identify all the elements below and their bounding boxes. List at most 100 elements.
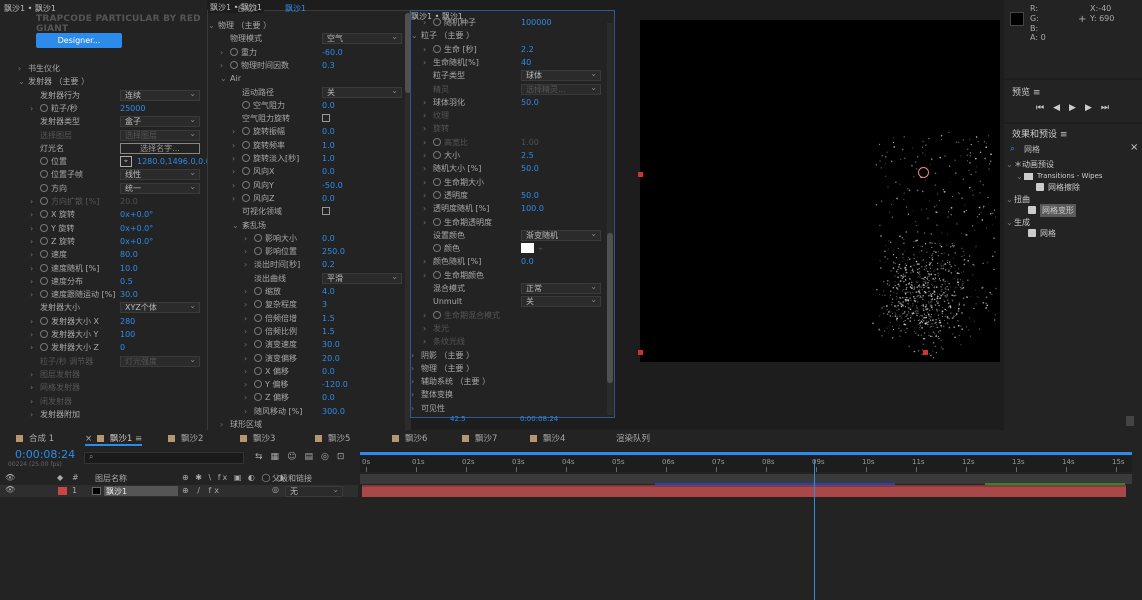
expand-arrow-icon[interactable]: › bbox=[244, 285, 247, 298]
label-color[interactable] bbox=[58, 487, 67, 495]
stopwatch-icon[interactable] bbox=[40, 170, 48, 179]
property-value[interactable]: 0x+0.0° bbox=[120, 222, 153, 235]
expand-arrow-icon[interactable]: › bbox=[232, 179, 235, 192]
property-dropdown[interactable]: 平滑 bbox=[322, 272, 402, 284]
stopwatch-icon[interactable] bbox=[433, 217, 441, 226]
property-dropdown[interactable]: 灯光强度 bbox=[120, 355, 200, 367]
property-value[interactable]: 1.5 bbox=[322, 312, 335, 325]
parent-dropdown[interactable]: 无 bbox=[285, 485, 343, 497]
property-value[interactable]: 0x+0.0° bbox=[120, 208, 153, 221]
expand-arrow-icon[interactable]: › bbox=[220, 46, 223, 59]
expand-arrow-icon[interactable]: › bbox=[244, 405, 247, 418]
property-dropdown[interactable]: 渐变随机 bbox=[521, 229, 601, 241]
stopwatch-icon[interactable] bbox=[40, 276, 48, 285]
property-dropdown[interactable]: 选择图层 bbox=[120, 129, 200, 141]
playhead[interactable] bbox=[814, 460, 815, 600]
expand-arrow-icon[interactable]: › bbox=[30, 368, 33, 381]
property-dropdown[interactable]: 盒子 bbox=[120, 115, 200, 128]
eyedropper-icon[interactable]: ⌁ bbox=[538, 242, 543, 255]
property-value[interactable]: 50.0 bbox=[521, 162, 539, 175]
expand-arrow-icon[interactable]: › bbox=[423, 309, 426, 322]
expand-arrow-icon[interactable]: › bbox=[423, 56, 426, 69]
expand-arrow-icon[interactable]: › bbox=[423, 255, 426, 268]
property-dropdown[interactable]: 关 bbox=[521, 295, 601, 308]
select-name-button[interactable]: 选择名字... bbox=[120, 142, 200, 154]
graph-editor-icon[interactable]: ⊡ bbox=[337, 452, 353, 462]
timeline-search[interactable]: ⌕ bbox=[84, 452, 244, 464]
layer-duration-bar[interactable] bbox=[362, 485, 1126, 497]
expand-arrow-icon[interactable]: › bbox=[423, 149, 426, 162]
expand-arrow-icon[interactable]: › bbox=[30, 102, 33, 115]
expand-arrow-icon[interactable]: › bbox=[244, 245, 247, 258]
property-value[interactable]: 40 bbox=[521, 56, 531, 69]
expand-arrow-icon[interactable]: › bbox=[244, 312, 247, 325]
expand-arrow-icon[interactable]: › bbox=[423, 136, 426, 149]
property-value[interactable]: 50.0 bbox=[521, 189, 539, 202]
property-dropdown[interactable]: 线性 bbox=[120, 168, 200, 181]
prev-frame-icon[interactable]: ◀ bbox=[1053, 103, 1069, 113]
expand-arrow-icon[interactable]: › bbox=[411, 349, 414, 362]
property-value[interactable]: 0 bbox=[120, 341, 125, 354]
stopwatch-icon[interactable] bbox=[40, 330, 48, 338]
stopwatch-icon[interactable] bbox=[254, 393, 262, 402]
stopwatch-icon[interactable] bbox=[40, 343, 48, 352]
collapse-arrow-icon[interactable]: ⌄ bbox=[232, 219, 239, 232]
stopwatch-icon[interactable] bbox=[254, 247, 262, 256]
parent-link-header[interactable]: 父级和链接 bbox=[272, 473, 312, 484]
expand-arrow-icon[interactable]: › bbox=[232, 125, 235, 138]
expand-arrow-icon[interactable]: › bbox=[232, 192, 235, 205]
stopwatch-icon[interactable] bbox=[254, 326, 262, 335]
expand-arrow-icon[interactable]: › bbox=[30, 222, 33, 235]
property-dropdown[interactable]: 正常 bbox=[521, 282, 601, 294]
expand-arrow-icon[interactable]: › bbox=[423, 189, 426, 202]
tree-item[interactable]: 网格 bbox=[1004, 227, 1142, 240]
expand-arrow-icon[interactable]: › bbox=[30, 288, 33, 301]
property-dropdown[interactable]: XYZ个体 bbox=[120, 301, 200, 314]
expand-arrow-icon[interactable]: › bbox=[423, 122, 426, 135]
property-value[interactable]: 30.0 bbox=[322, 338, 340, 351]
motion-blur-icon[interactable]: ◎ bbox=[321, 452, 337, 462]
comp-tab[interactable]: 合成 1 bbox=[16, 432, 54, 444]
property-value[interactable]: 30.0 bbox=[120, 288, 138, 301]
stopwatch-icon[interactable] bbox=[254, 300, 262, 309]
layer-row[interactable]: 👁 1 飘沙1 ⊕ / fx ◎ 无 bbox=[0, 485, 358, 497]
viewer-tab-active[interactable]: 飘沙1 bbox=[285, 3, 306, 14]
bbox-handle[interactable] bbox=[638, 350, 643, 355]
property-value[interactable]: 0.0 bbox=[322, 232, 335, 245]
stopwatch-icon[interactable] bbox=[242, 180, 250, 189]
stopwatch-icon[interactable] bbox=[433, 44, 441, 53]
comp-tab[interactable]: 飘沙7 bbox=[462, 432, 497, 444]
stopwatch-icon[interactable] bbox=[254, 380, 262, 389]
expand-arrow-icon[interactable]: › bbox=[232, 165, 235, 178]
next-frame-icon[interactable]: ▶ bbox=[1085, 103, 1101, 113]
layer-switches[interactable]: ⊕ / fx bbox=[182, 486, 222, 495]
property-value[interactable]: 20.0 bbox=[120, 195, 138, 208]
stopwatch-icon[interactable] bbox=[230, 47, 238, 56]
property-value[interactable]: -50.0 bbox=[322, 179, 343, 192]
expand-arrow-icon[interactable]: › bbox=[30, 235, 33, 248]
stopwatch-icon[interactable] bbox=[242, 154, 250, 162]
expand-arrow-icon[interactable]: › bbox=[30, 275, 33, 288]
expand-arrow-icon[interactable]: › bbox=[411, 388, 414, 401]
layer-name-header[interactable]: 图层名称 bbox=[95, 473, 127, 484]
stopwatch-icon[interactable] bbox=[40, 183, 48, 192]
stopwatch-icon[interactable] bbox=[254, 366, 262, 375]
expand-arrow-icon[interactable]: › bbox=[244, 365, 247, 378]
property-dropdown[interactable]: 空气 bbox=[322, 32, 402, 45]
comp-tab[interactable]: 飘沙3 bbox=[240, 432, 275, 444]
stopwatch-icon[interactable] bbox=[242, 100, 250, 109]
expand-arrow-icon[interactable]: › bbox=[244, 352, 247, 365]
expand-arrow-icon[interactable]: › bbox=[232, 152, 235, 165]
expand-arrow-icon[interactable]: › bbox=[244, 232, 247, 245]
stopwatch-icon[interactable] bbox=[40, 316, 48, 325]
property-value[interactable]: 100.0 bbox=[521, 202, 544, 215]
expand-arrow-icon[interactable]: › bbox=[411, 375, 414, 388]
expand-arrow-icon[interactable]: › bbox=[30, 328, 33, 341]
expand-arrow-icon[interactable]: › bbox=[30, 315, 33, 328]
first-frame-icon[interactable]: ⏮ bbox=[1036, 103, 1053, 113]
stopwatch-icon[interactable] bbox=[254, 313, 262, 322]
stopwatch-icon[interactable] bbox=[433, 270, 441, 279]
color-swatch[interactable] bbox=[521, 243, 534, 254]
property-dropdown[interactable]: 球体 bbox=[521, 69, 601, 82]
property-dropdown[interactable]: 关 bbox=[322, 86, 402, 98]
